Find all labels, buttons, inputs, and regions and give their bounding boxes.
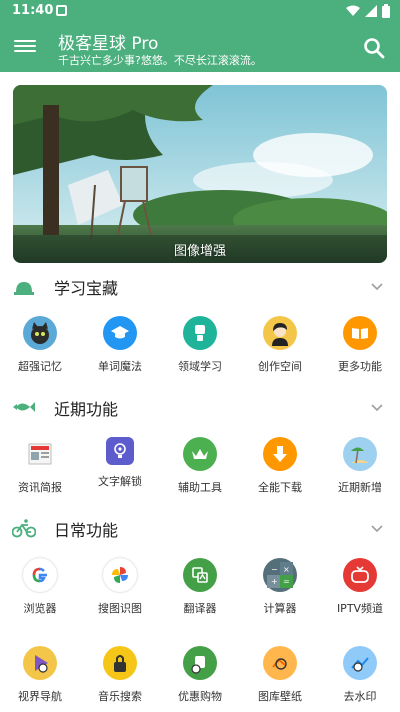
grid-recent: 资讯简报 文字解锁 辅助工具 全能下载 近期新增 [0,437,400,495]
status-time: 11:40 [12,3,54,18]
newspaper-icon [23,437,57,471]
grid-misc: 视界导航 音乐搜索 优惠购物 图库壁纸 去水印 [0,646,400,704]
grid-item-creation-space[interactable]: 创作空间 [240,316,320,374]
grid-item-gallery[interactable]: 图库壁纸 [240,646,320,704]
grid-item-universal-download[interactable]: 全能下载 [240,437,320,495]
grid-item-label: 文字解锁 [98,475,142,488]
wifi-icon [346,5,360,16]
grid-item-label: 全能下载 [258,481,302,494]
grid-item-label: 优惠购物 [178,690,222,703]
bicycle-icon [12,519,36,538]
svg-text:=: = [283,577,290,586]
grid-item-vision-nav[interactable]: 视界导航 [0,646,80,704]
grid-item-label: 资讯简报 [18,481,62,494]
svg-text:×: × [283,565,290,574]
grid-item-label: 浏览器 [23,602,57,615]
grid-item-calculator[interactable]: − × + = 计算器 [240,558,320,616]
grid-item-shopping[interactable]: 优惠购物 [160,646,240,704]
notification-icon [56,5,67,16]
download-icon [263,437,297,471]
grid-item-iptv[interactable]: IPTV频道 [320,558,400,616]
gallery-icon [263,646,297,680]
graduation-cap-icon [103,316,137,350]
grid-item-browser[interactable]: 浏览器 [0,558,80,616]
chevron-down-icon[interactable] [370,400,384,414]
grid-item-label: 辅助工具 [178,481,222,494]
status-bar: 11:40 [0,0,400,24]
grid-item-label: 去水印 [343,690,377,703]
tv-icon [343,558,377,592]
crown-icon [183,437,217,471]
battery-icon [382,4,390,18]
chevron-down-icon[interactable] [370,279,384,293]
signal-icon [365,5,377,17]
grid-item-music-search[interactable]: 音乐搜索 [80,646,160,704]
section-header-learning[interactable]: 学习宝藏 [0,271,400,301]
svg-text:+: + [271,577,278,586]
grid-item-label: 翻译器 [183,602,217,615]
section-title: 近期功能 [54,400,119,419]
grid-item-label: 更多功能 [338,360,382,373]
grid-daily: 浏览器 搜图识图 翻译器 − × + = 计算器 IPTV频道 [0,558,400,616]
grid-item-label: 搜图识图 [98,602,142,615]
grid-item-label: 单词魔法 [98,360,142,373]
play-icon [23,646,57,680]
app-title: 极客星球 Pro [58,34,159,54]
banner-caption: 图像增强 [173,244,226,259]
grid-item-super-memory[interactable]: 超强记忆 [0,316,80,374]
search-icon[interactable] [362,36,386,60]
grid-item-label: 近期新增 [338,481,382,494]
open-book-icon [343,316,377,350]
bell-icon [14,282,34,295]
translate-icon [183,558,217,592]
chevron-down-icon[interactable] [370,521,384,535]
shopping-icon [183,646,217,680]
beach-icon [343,437,377,471]
grid-item-news-brief[interactable]: 资讯简报 [0,437,80,495]
watermark-icon [343,646,377,680]
grid-learning: 超强记忆 单词魔法 领域学习 创作空间 更多功能 [0,316,400,374]
grid-item-label: 领域学习 [178,360,222,373]
section-title: 学习宝藏 [54,279,119,298]
grid-item-aux-tools[interactable]: 辅助工具 [160,437,240,495]
avatar-icon [263,316,297,350]
banner-image[interactable]: 图像增强 [13,85,387,263]
grid-item-recently-added[interactable]: 近期新增 [320,437,400,495]
lightbulb-icon [106,437,134,465]
grid-item-image-search[interactable]: 搜图识图 [80,558,160,616]
menu-icon[interactable] [14,37,36,59]
grid-item-translator[interactable]: 翻译器 [160,558,240,616]
pinwheel-icon [103,558,137,592]
grid-item-word-magic[interactable]: 单词魔法 [80,316,160,374]
grid-item-label: 计算器 [263,602,297,615]
grid-item-label: 图库壁纸 [258,690,302,703]
fish-icon [13,402,35,412]
app-subtitle: 千古兴亡多少事?悠悠。不尽长江滚滚流。 [58,54,262,67]
calculator-icon: − × + = [263,558,297,592]
cat-icon [23,316,57,350]
grid-item-label: 视界导航 [18,690,62,703]
app-bar: 极客星球 Pro 千古兴亡多少事?悠悠。不尽长江滚滚流。 [0,24,400,72]
grid-item-text-unlock[interactable]: 文字解锁 [80,437,160,495]
book-icon [183,316,217,350]
section-title: 日常功能 [54,521,119,540]
section-header-daily[interactable]: 日常功能 [0,513,400,543]
music-icon [103,646,137,680]
grid-item-more-features[interactable]: 更多功能 [320,316,400,374]
grid-item-label: 超强记忆 [18,360,62,373]
grid-item-label: 音乐搜索 [98,690,142,703]
grid-item-domain-learning[interactable]: 领域学习 [160,316,240,374]
grid-item-label: 创作空间 [258,360,302,373]
grid-item-label: IPTV频道 [336,602,384,615]
section-header-recent[interactable]: 近期功能 [0,392,400,422]
google-icon [23,558,57,592]
svg-text:−: − [271,565,278,574]
banner-illustration [13,85,387,263]
grid-item-remove-watermark[interactable]: 去水印 [320,646,400,704]
status-icons [346,4,390,18]
